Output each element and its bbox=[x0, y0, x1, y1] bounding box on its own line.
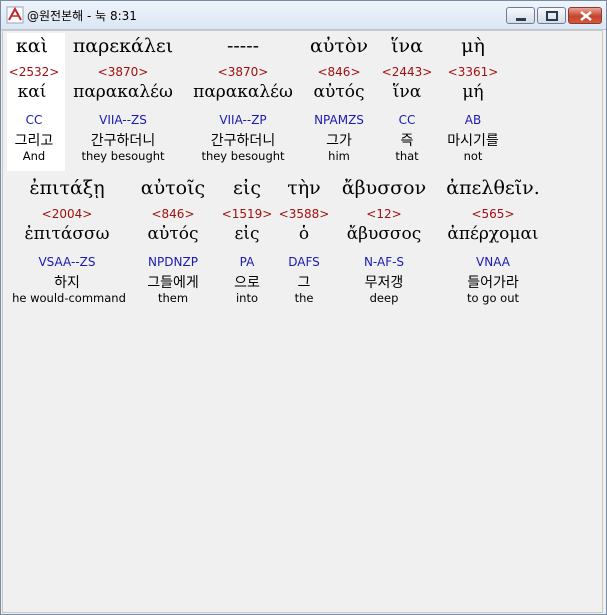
english-gloss: to go out bbox=[466, 291, 520, 305]
minimize-button[interactable] bbox=[506, 7, 535, 24]
close-button[interactable] bbox=[568, 7, 602, 24]
strong-number[interactable]: <2004> bbox=[7, 207, 127, 221]
morphology-code: AB bbox=[464, 113, 482, 127]
morphology-code: PA bbox=[239, 255, 255, 269]
morphology-code: VIIA--ZP bbox=[219, 113, 267, 127]
korean-translation: 으로 bbox=[234, 275, 260, 291]
lemma: ἄβυσσος bbox=[346, 224, 422, 244]
minimize-icon bbox=[516, 18, 526, 21]
korean-translation: 간구하더니 bbox=[210, 133, 276, 149]
strong-number[interactable]: <846> bbox=[129, 207, 217, 221]
morphology-code: NPAMZS bbox=[314, 113, 364, 127]
greek-word[interactable]: ἵνα bbox=[378, 35, 436, 57]
greek-word[interactable]: καὶ bbox=[3, 35, 61, 57]
strong-number[interactable]: <3361> bbox=[435, 65, 511, 79]
english-gloss: deep bbox=[369, 291, 399, 305]
english-gloss: they besought bbox=[81, 149, 165, 163]
korean-translation: 그들에게 bbox=[147, 275, 199, 291]
korean-translation: 그리고 bbox=[14, 133, 54, 149]
close-icon bbox=[580, 11, 592, 21]
greek-word[interactable]: μὴ bbox=[435, 35, 511, 57]
lemma: μή bbox=[462, 82, 484, 102]
english-gloss: the bbox=[294, 291, 314, 305]
app-window: @원전본해 - 눅 8:31 καὶ <2532> καί CC 그리고 And… bbox=[0, 0, 607, 615]
korean-translation: 하지 bbox=[54, 275, 80, 291]
title-bar[interactable]: @원전본해 - 눅 8:31 bbox=[1, 1, 606, 30]
strong-number[interactable]: <2443> bbox=[378, 65, 436, 79]
lemma: αὐτός bbox=[313, 82, 365, 102]
greek-word[interactable]: αὐτὸν bbox=[299, 35, 379, 57]
morphology-code: CC bbox=[398, 113, 416, 127]
bible-app-icon bbox=[6, 6, 24, 24]
lemma: ἵνα bbox=[392, 82, 422, 102]
korean-translation: 그가 bbox=[326, 133, 352, 149]
english-gloss: he would-command bbox=[12, 291, 126, 305]
morphology-code: DAFS bbox=[288, 255, 320, 269]
lemma: καί bbox=[17, 82, 47, 102]
korean-translation: 간구하더니 bbox=[90, 133, 156, 149]
korean-translation: 즉 bbox=[400, 133, 414, 149]
english-gloss: them bbox=[157, 291, 189, 305]
lemma: ὁ bbox=[298, 224, 310, 244]
strong-number[interactable]: <12> bbox=[333, 207, 435, 221]
strong-number[interactable]: <3870> bbox=[63, 65, 183, 79]
window-title: @원전본해 - 눅 8:31 bbox=[27, 9, 137, 23]
english-gloss: And bbox=[22, 149, 46, 163]
greek-word[interactable]: αὐτοῖς bbox=[129, 177, 217, 199]
morphology-code: N-AF-S bbox=[363, 255, 405, 269]
greek-word[interactable]: εἰς bbox=[217, 177, 277, 199]
strong-number[interactable]: <3588> bbox=[275, 207, 333, 221]
strong-number[interactable]: <1519> bbox=[217, 207, 277, 221]
greek-word[interactable]: παρεκάλει bbox=[63, 35, 183, 57]
lemma: παρακαλέω bbox=[73, 82, 173, 102]
english-gloss: him bbox=[328, 149, 350, 163]
maximize-icon bbox=[546, 11, 558, 21]
english-gloss: not bbox=[463, 149, 483, 163]
korean-translation: 무저갱 bbox=[364, 275, 404, 291]
strong-number[interactable]: <565> bbox=[435, 207, 551, 221]
morphology-code: CC bbox=[25, 113, 43, 127]
morphology-code: VIIA--ZS bbox=[99, 113, 147, 127]
lemma: εἰς bbox=[234, 224, 260, 244]
korean-translation: 들어가라 bbox=[467, 275, 519, 291]
korean-translation: 마시기를 bbox=[447, 133, 499, 149]
lemma: παρακαλέω bbox=[193, 82, 293, 102]
morphology-code: NPDNZP bbox=[148, 255, 198, 269]
korean-translation: 그 bbox=[297, 275, 311, 291]
greek-word[interactable]: ἀπελθεῖν. bbox=[435, 177, 551, 199]
greek-word[interactable]: ἐπιτάξῃ bbox=[7, 177, 127, 199]
english-gloss: they besought bbox=[201, 149, 285, 163]
lemma: ἀπέρχομαι bbox=[447, 224, 539, 244]
lemma: αὐτός bbox=[147, 224, 199, 244]
morphology-code: VSAA--ZS bbox=[38, 255, 96, 269]
english-gloss: that bbox=[395, 149, 419, 163]
english-gloss: into bbox=[235, 291, 259, 305]
greek-word[interactable]: ἄβυσσον bbox=[333, 177, 435, 199]
interlinear-pane[interactable]: καὶ <2532> καί CC 그리고 And παρεκάλει <387… bbox=[2, 30, 603, 613]
greek-word[interactable]: τὴν bbox=[275, 177, 333, 199]
lemma: ἐπιτάσσω bbox=[24, 224, 110, 244]
greek-word[interactable]: ----- bbox=[183, 35, 303, 57]
morphology-code: VNAA bbox=[476, 255, 510, 269]
strong-number[interactable]: <2532> bbox=[3, 65, 65, 79]
strong-number[interactable]: <846> bbox=[299, 65, 379, 79]
maximize-button[interactable] bbox=[537, 7, 566, 24]
strong-number[interactable]: <3870> bbox=[183, 65, 303, 79]
